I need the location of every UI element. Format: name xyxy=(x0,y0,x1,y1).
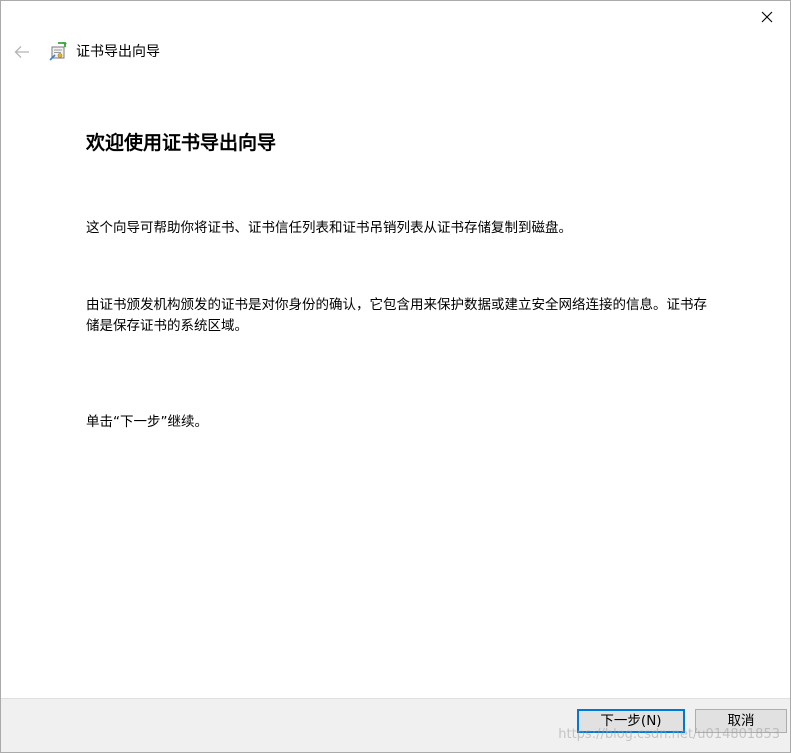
certificate-export-wizard-window: 证书导出向导 欢迎使用证书导出向导 这个向导可帮助你将证书、证书信任列表和证书吊… xyxy=(0,0,791,753)
back-button[interactable] xyxy=(11,41,33,63)
wizard-header: 证书导出向导 xyxy=(1,39,790,65)
certificate-export-icon xyxy=(49,41,67,61)
wizard-title: 证书导出向导 xyxy=(76,44,160,60)
wizard-footer: 下一步(N) 取消 https://blog.csdn.net/u0148018… xyxy=(1,698,790,752)
close-button[interactable] xyxy=(744,1,790,32)
back-arrow-icon xyxy=(14,46,29,58)
close-icon xyxy=(761,11,773,22)
intro-paragraph: 这个向导可帮助你将证书、证书信任列表和证书吊销列表从证书存储复制到磁盘。 xyxy=(86,220,572,236)
page-title: 欢迎使用证书导出向导 xyxy=(86,132,277,154)
next-button[interactable]: 下一步(N) xyxy=(577,709,685,733)
instruction-paragraph: 单击“下一步”继续。 xyxy=(86,414,208,430)
description-paragraph: 由证书颁发机构颁发的证书是对你身份的确认，它包含用来保护数据或建立安全网络连接的… xyxy=(86,297,707,334)
cancel-button[interactable]: 取消 xyxy=(695,709,787,733)
